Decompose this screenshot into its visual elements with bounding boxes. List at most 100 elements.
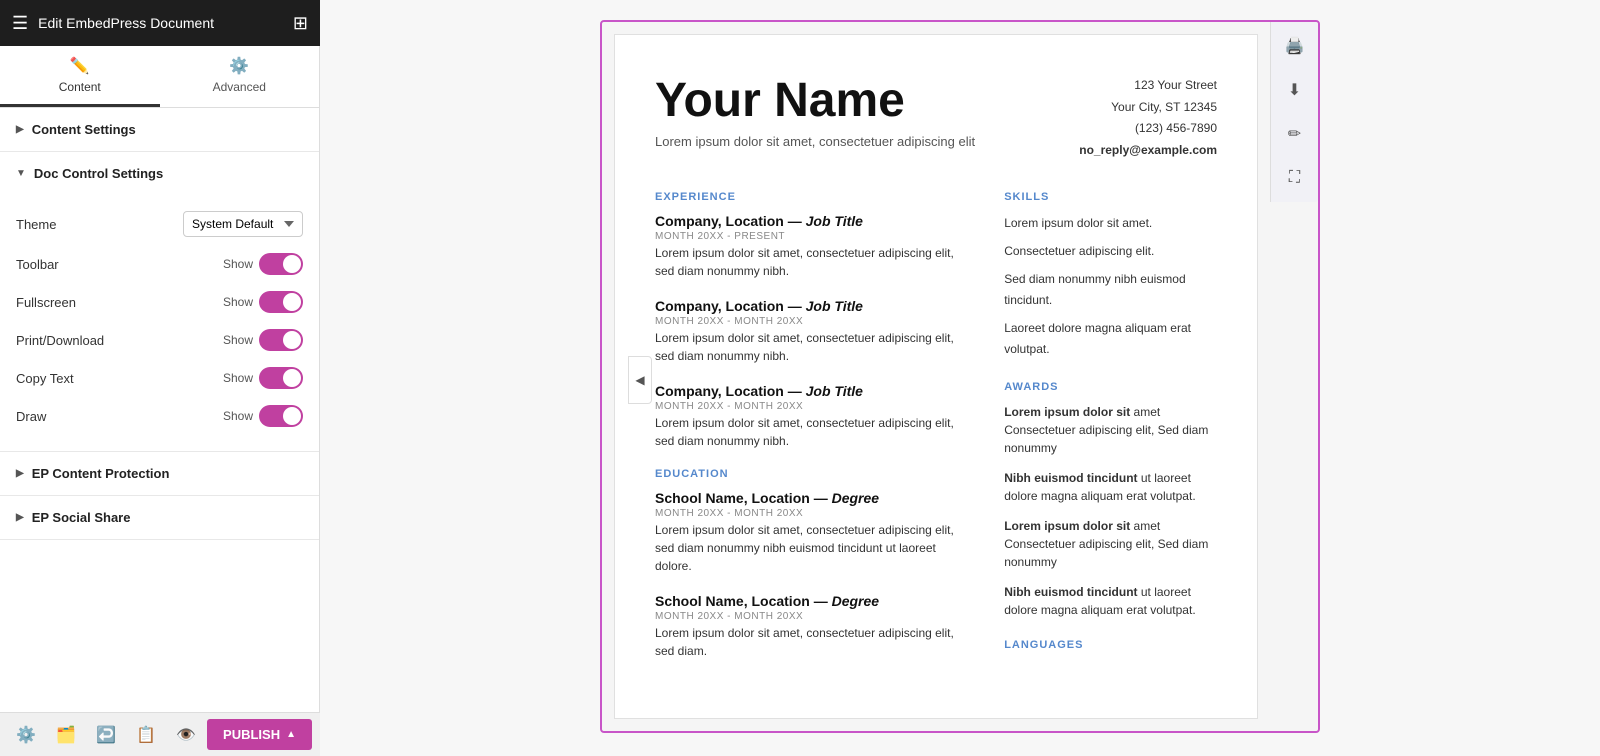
fullscreen-label: Fullscreen xyxy=(16,295,76,310)
fullscreen-toggle-label: Show xyxy=(223,295,253,309)
download-toolbar-btn[interactable]: ⬇ xyxy=(1279,74,1311,106)
copy-text-row: Copy Text Show xyxy=(16,359,303,397)
fullscreen-toggle-wrap: Show xyxy=(223,291,303,313)
ep-content-protection-chevron: ▶ xyxy=(16,468,24,479)
collapse-handle[interactable]: ◀ xyxy=(628,356,652,404)
document-wrapper: 🖨️ ⬇ ✏ ⛶ Your Name Lorem ipsum dolor sit… xyxy=(600,20,1320,733)
resume-subtitle: Lorem ipsum dolor sit amet, consectetuer… xyxy=(655,134,975,149)
fullscreen-row: Fullscreen Show xyxy=(16,283,303,321)
copy-text-label: Copy Text xyxy=(16,371,74,386)
tab-advanced-label: Advanced xyxy=(213,80,266,94)
bottom-bar: ⚙️ 🗂️ ↩️ 📋 👁️ PUBLISH ▲ xyxy=(0,712,320,756)
copy-text-toggle-wrap: Show xyxy=(223,367,303,389)
top-bar-title: Edit EmbedPress Document xyxy=(38,15,214,31)
settings-bottom-icon[interactable]: ⚙️ xyxy=(8,717,44,753)
school-1-date: MONTH 20XX - MONTH 20XX xyxy=(655,508,974,519)
skills-list: Lorem ipsum dolor sit amet. Consectetuer… xyxy=(1004,213,1217,361)
advanced-tab-icon: ⚙️ xyxy=(229,56,249,76)
sidebar: ✏️ Content ⚙️ Advanced ▶ Content Setting… xyxy=(0,0,320,756)
resume-right: SKILLS Lorem ipsum dolor sit amet. Conse… xyxy=(1004,191,1217,678)
ep-social-share-chevron: ▶ xyxy=(16,512,24,523)
draw-toolbar-btn[interactable]: ✏ xyxy=(1279,118,1311,150)
award-1: Lorem ipsum dolor sit amet Consectetuer … xyxy=(1004,403,1217,457)
job-3-desc: Lorem ipsum dolor sit amet, consectetuer… xyxy=(655,414,974,450)
copy-text-toggle[interactable] xyxy=(259,367,303,389)
print-download-label: Print/Download xyxy=(16,333,104,348)
preview-bottom-icon[interactable]: 👁️ xyxy=(168,717,204,753)
resume-header: Your Name Lorem ipsum dolor sit amet, co… xyxy=(655,75,1217,161)
print-download-toggle-wrap: Show xyxy=(223,329,303,351)
contact-street: 123 Your Street xyxy=(1079,75,1217,97)
tab-advanced[interactable]: ⚙️ Advanced xyxy=(160,46,320,107)
publish-label: PUBLISH xyxy=(223,727,280,742)
job-1: Company, Location — Job Title MONTH 20XX… xyxy=(655,213,974,280)
content-settings-chevron: ▶ xyxy=(16,124,24,135)
theme-row: Theme System Default Light Dark xyxy=(16,203,303,245)
resume-left: EXPERIENCE Company, Location — Job Title… xyxy=(655,191,974,678)
experience-title: EXPERIENCE xyxy=(655,191,974,203)
award-2: Nibh euismod tincidunt ut laoreet dolore… xyxy=(1004,469,1217,505)
tab-content-label: Content xyxy=(59,80,101,94)
resume-body: EXPERIENCE Company, Location — Job Title… xyxy=(655,191,1217,678)
publish-chevron-icon: ▲ xyxy=(286,729,296,740)
doc-toolbar: 🖨️ ⬇ ✏ ⛶ xyxy=(1270,22,1318,202)
school-2-title: School Name, Location — Degree xyxy=(655,593,974,609)
skill-2: Consectetuer adipiscing elit. xyxy=(1004,241,1217,263)
education-title: EDUCATION xyxy=(655,468,974,480)
draw-toggle-wrap: Show xyxy=(223,405,303,427)
skill-1: Lorem ipsum dolor sit amet. xyxy=(1004,213,1217,235)
print-download-toggle[interactable] xyxy=(259,329,303,351)
print-download-row: Print/Download Show xyxy=(16,321,303,359)
fullscreen-toolbar-btn[interactable]: ⛶ xyxy=(1279,162,1311,194)
toolbar-toggle-wrap: Show xyxy=(223,253,303,275)
fullscreen-toggle[interactable] xyxy=(259,291,303,313)
doc-control-chevron: ▼ xyxy=(16,168,26,179)
draw-toggle[interactable] xyxy=(259,405,303,427)
resume-name-section: Your Name Lorem ipsum dolor sit amet, co… xyxy=(655,75,975,161)
content-settings-label: Content Settings xyxy=(32,122,136,137)
main-content: ◀ 🖨️ ⬇ ✏ ⛶ Your Name Lorem ipsum dolor s… xyxy=(320,0,1600,756)
job-2-desc: Lorem ipsum dolor sit amet, consectetuer… xyxy=(655,329,974,365)
ep-content-protection-header[interactable]: ▶ EP Content Protection xyxy=(0,452,319,496)
job-3-date: MONTH 20XX - MONTH 20XX xyxy=(655,401,974,412)
toolbar-toggle[interactable] xyxy=(259,253,303,275)
toolbar-row: Toolbar Show xyxy=(16,245,303,283)
draw-row: Draw Show xyxy=(16,397,303,435)
top-bar: ☰ Edit EmbedPress Document ⊞ xyxy=(0,0,320,46)
award-2-bold: Nibh euismod tincidunt xyxy=(1004,471,1137,485)
skill-4: Laoreet dolore magna aliquam erat volutp… xyxy=(1004,318,1217,361)
publish-button[interactable]: PUBLISH ▲ xyxy=(207,719,312,750)
award-3: Lorem ipsum dolor sit amet Consectetuer … xyxy=(1004,517,1217,571)
history-bottom-icon[interactable]: ↩️ xyxy=(88,717,124,753)
contact-email: no_reply@example.com xyxy=(1079,140,1217,162)
top-bar-left: ☰ Edit EmbedPress Document xyxy=(12,13,214,34)
languages-title: LANGUAGES xyxy=(1004,639,1217,651)
doc-control-settings-header[interactable]: ▼ Doc Control Settings xyxy=(0,152,319,195)
job-2-title: Company, Location — Job Title xyxy=(655,298,974,314)
toolbar-toggle-label: Show xyxy=(223,257,253,271)
tab-content[interactable]: ✏️ Content xyxy=(0,46,160,107)
ep-content-protection-label: EP Content Protection xyxy=(32,466,170,481)
school-2-date: MONTH 20XX - MONTH 20XX xyxy=(655,611,974,622)
school-2: School Name, Location — Degree MONTH 20X… xyxy=(655,593,974,660)
layers-bottom-icon[interactable]: 🗂️ xyxy=(48,717,84,753)
copy-text-toggle-label: Show xyxy=(223,371,253,385)
school-1-title: School Name, Location — Degree xyxy=(655,490,974,506)
hamburger-icon[interactable]: ☰ xyxy=(12,13,28,34)
theme-select[interactable]: System Default Light Dark xyxy=(183,211,303,237)
award-4-bold: Nibh euismod tincidunt xyxy=(1004,585,1137,599)
job-3: Company, Location — Job Title MONTH 20XX… xyxy=(655,383,974,450)
grid-icon[interactable]: ⊞ xyxy=(293,13,308,34)
job-3-title: Company, Location — Job Title xyxy=(655,383,974,399)
content-settings-header[interactable]: ▶ Content Settings xyxy=(0,108,319,152)
job-2-date: MONTH 20XX - MONTH 20XX xyxy=(655,316,974,327)
resume-name: Your Name xyxy=(655,75,975,128)
job-1-title: Company, Location — Job Title xyxy=(655,213,974,229)
skills-title: SKILLS xyxy=(1004,191,1217,203)
copy-bottom-icon[interactable]: 📋 xyxy=(128,717,164,753)
toolbar-label: Toolbar xyxy=(16,257,59,272)
ep-social-share-header[interactable]: ▶ EP Social Share xyxy=(0,496,319,540)
doc-control-settings-label: Doc Control Settings xyxy=(34,166,163,181)
print-toolbar-btn[interactable]: 🖨️ xyxy=(1279,30,1311,62)
draw-toggle-label: Show xyxy=(223,409,253,423)
